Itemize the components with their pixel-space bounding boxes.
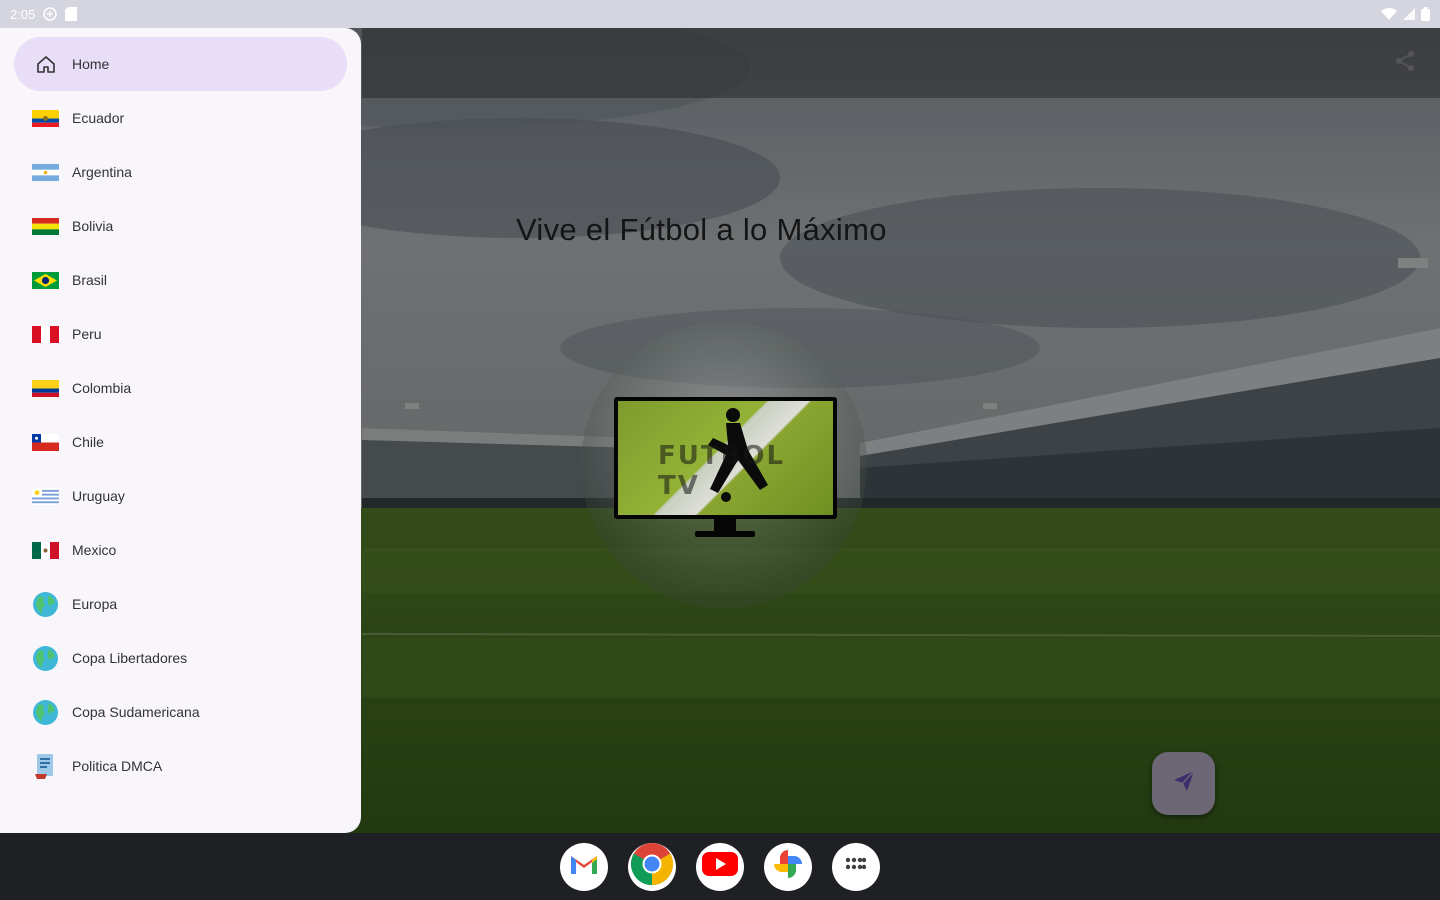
chrome-icon — [630, 842, 674, 891]
nav-label-politica-dmca: Politica DMCA — [72, 758, 163, 774]
taskbar — [0, 833, 1440, 900]
nav-item-europa[interactable]: Europa — [14, 577, 347, 631]
argentina-flag-icon — [32, 163, 59, 182]
share-icon — [1394, 50, 1416, 77]
nav-item-brasil[interactable]: Brasil — [14, 253, 347, 307]
navigation-drawer: Home Ecuador Argentina Bolivia Brasil Pe… — [0, 28, 361, 833]
nav-item-ecuador[interactable]: Ecuador — [14, 91, 347, 145]
brasil-flag-icon — [32, 271, 59, 290]
nav-label-bolivia: Bolivia — [72, 218, 114, 234]
youtube-icon — [701, 850, 739, 883]
nav-item-colombia[interactable]: Colombia — [14, 361, 347, 415]
photos-app-button[interactable] — [764, 842, 812, 891]
chile-flag-icon — [32, 433, 59, 452]
peru-flag-icon — [32, 325, 59, 344]
globe-icon — [32, 645, 59, 671]
gmail-icon — [569, 852, 599, 881]
wifi-icon — [1381, 8, 1397, 20]
ecuador-flag-icon — [32, 109, 59, 128]
photos-icon — [771, 847, 805, 886]
nav-item-bolivia[interactable]: Bolivia — [14, 199, 347, 253]
document-icon — [32, 753, 59, 779]
globe-icon — [32, 699, 59, 725]
tv-logo-base — [695, 531, 755, 537]
nav-item-chile[interactable]: Chile — [14, 415, 347, 469]
nav-label-europa: Europa — [72, 596, 118, 612]
nav-item-copa-sudamericana[interactable]: Copa Sudamericana — [14, 685, 347, 739]
status-bar: 2:05 — [0, 0, 1440, 28]
nav-label-peru: Peru — [72, 326, 102, 342]
youtube-app-button[interactable] — [696, 842, 744, 891]
status-bar-right — [1381, 7, 1430, 21]
nav-item-mexico[interactable]: Mexico — [14, 523, 347, 577]
nav-item-uruguay[interactable]: Uruguay — [14, 469, 347, 523]
nav-item-politica-dmca[interactable]: Politica DMCA — [14, 739, 347, 793]
nav-label-copa-libertadores: Copa Libertadores — [72, 650, 188, 666]
app-drawer-icon — [845, 857, 867, 876]
gmail-app-button[interactable] — [560, 842, 608, 891]
globe-icon — [32, 591, 59, 617]
battery-icon — [1421, 7, 1430, 21]
nav-label-mexico: Mexico — [72, 542, 117, 558]
mexico-flag-icon — [32, 541, 59, 560]
signal-icon — [1403, 8, 1415, 20]
nav-label-brasil: Brasil — [72, 272, 108, 288]
nav-item-home[interactable]: Home — [14, 37, 347, 91]
nav-item-copa-libertadores[interactable]: Copa Libertadores — [14, 631, 347, 685]
colombia-flag-icon — [32, 379, 59, 398]
nav-label-home: Home — [72, 56, 110, 72]
top-app-bar — [362, 28, 1440, 98]
nav-item-peru[interactable]: Peru — [14, 307, 347, 361]
nav-item-argentina[interactable]: Argentina — [14, 145, 347, 199]
status-time: 2:05 — [10, 6, 36, 22]
nav-label-ecuador: Ecuador — [72, 110, 125, 126]
nav-label-colombia: Colombia — [72, 380, 132, 396]
uruguay-flag-icon — [32, 487, 59, 506]
tv-logo-stand — [714, 519, 736, 531]
nav-label-copa-sudamericana: Copa Sudamericana — [72, 704, 200, 720]
bolivia-flag-icon — [32, 217, 59, 236]
send-icon — [1172, 769, 1196, 798]
tv-logo-screen: FUTBOL TV — [618, 401, 833, 515]
share-button[interactable] — [1392, 50, 1418, 76]
nav-label-chile: Chile — [72, 434, 104, 450]
sd-card-icon — [65, 7, 78, 21]
nav-label-argentina: Argentina — [72, 164, 132, 180]
chrome-app-button[interactable] — [628, 842, 676, 891]
tv-logo: FUTBOL TV — [614, 397, 837, 519]
tv-logo-text: FUTBOL TV — [658, 441, 786, 501]
status-bar-left: 2:05 — [10, 6, 78, 22]
sync-icon — [43, 7, 58, 21]
hero-tagline: Vive el Fútbol a lo Máximo — [516, 212, 887, 247]
telegram-fab-button[interactable] — [1152, 752, 1215, 815]
nav-label-uruguay: Uruguay — [72, 488, 125, 504]
app-drawer-button[interactable] — [832, 842, 880, 891]
home-icon — [32, 55, 59, 74]
